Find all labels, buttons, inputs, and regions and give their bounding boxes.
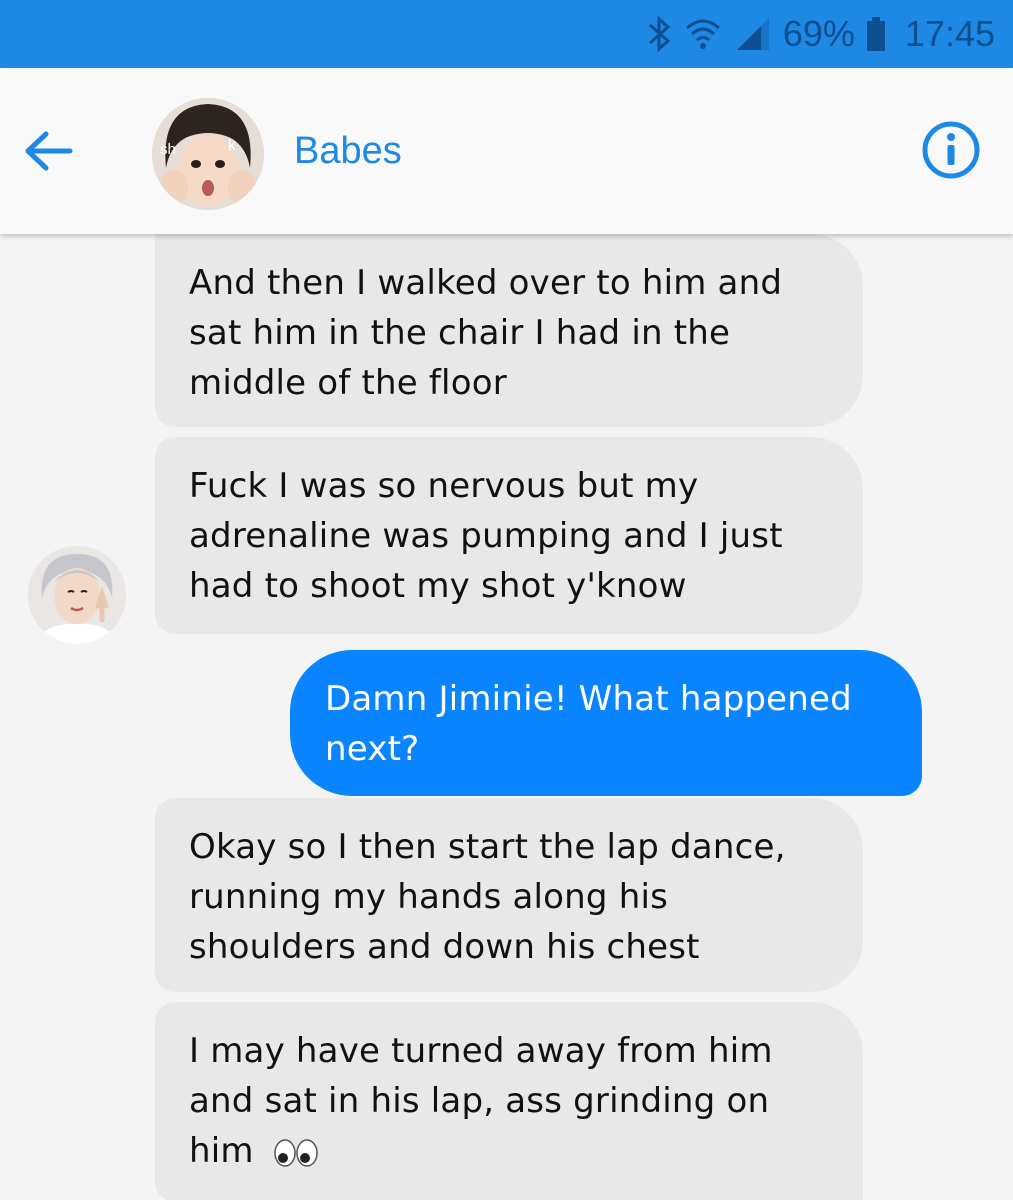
signal-icon bbox=[733, 14, 773, 54]
message-bubble-received[interactable]: Fuck I was so nervous but my adrenaline … bbox=[155, 437, 863, 634]
message-text: Damn Jiminie! What happened next? bbox=[325, 679, 852, 769]
messenger-chat-screen: 69% 17:45 sh k Babes And then I walked o… bbox=[0, 0, 1013, 1200]
message-bubble-received[interactable]: I may have turned away from him and sat … bbox=[155, 1002, 863, 1200]
clock: 17:45 bbox=[904, 13, 995, 54]
contact-name[interactable]: Babes bbox=[294, 130, 402, 173]
message-text: And then I walked over to him and sat hi… bbox=[189, 263, 783, 403]
status-icons: 69% 17:45 bbox=[647, 0, 995, 68]
contact-avatar[interactable]: sh k bbox=[152, 98, 264, 210]
battery-percent: 69% bbox=[782, 13, 855, 54]
sender-avatar[interactable] bbox=[28, 546, 126, 644]
message-bubble-sent[interactable]: Damn Jiminie! What happened next? bbox=[290, 650, 922, 796]
back-button[interactable] bbox=[18, 123, 78, 183]
battery-icon bbox=[865, 14, 887, 54]
message-bubble-received[interactable]: Okay so I then start the lap dance, runn… bbox=[155, 798, 863, 992]
bluetooth-icon bbox=[647, 14, 673, 54]
info-icon bbox=[921, 120, 981, 184]
chat-header: sh k Babes bbox=[0, 68, 1013, 234]
svg-text:k: k bbox=[228, 137, 236, 154]
arrow-left-icon bbox=[22, 129, 74, 177]
message-list[interactable]: And then I walked over to him and sat hi… bbox=[0, 234, 1013, 1200]
message-text: Okay so I then start the lap dance, runn… bbox=[189, 827, 786, 967]
message-bubble-received[interactable]: And then I walked over to him and sat hi… bbox=[155, 234, 863, 427]
eyes-emoji-icon bbox=[273, 1132, 319, 1182]
status-bar: 69% 17:45 bbox=[0, 0, 1013, 68]
wifi-icon bbox=[683, 14, 723, 54]
info-button[interactable] bbox=[919, 120, 983, 184]
message-text: Fuck I was so nervous but my adrenaline … bbox=[189, 466, 783, 606]
svg-text:sh: sh bbox=[160, 141, 176, 158]
